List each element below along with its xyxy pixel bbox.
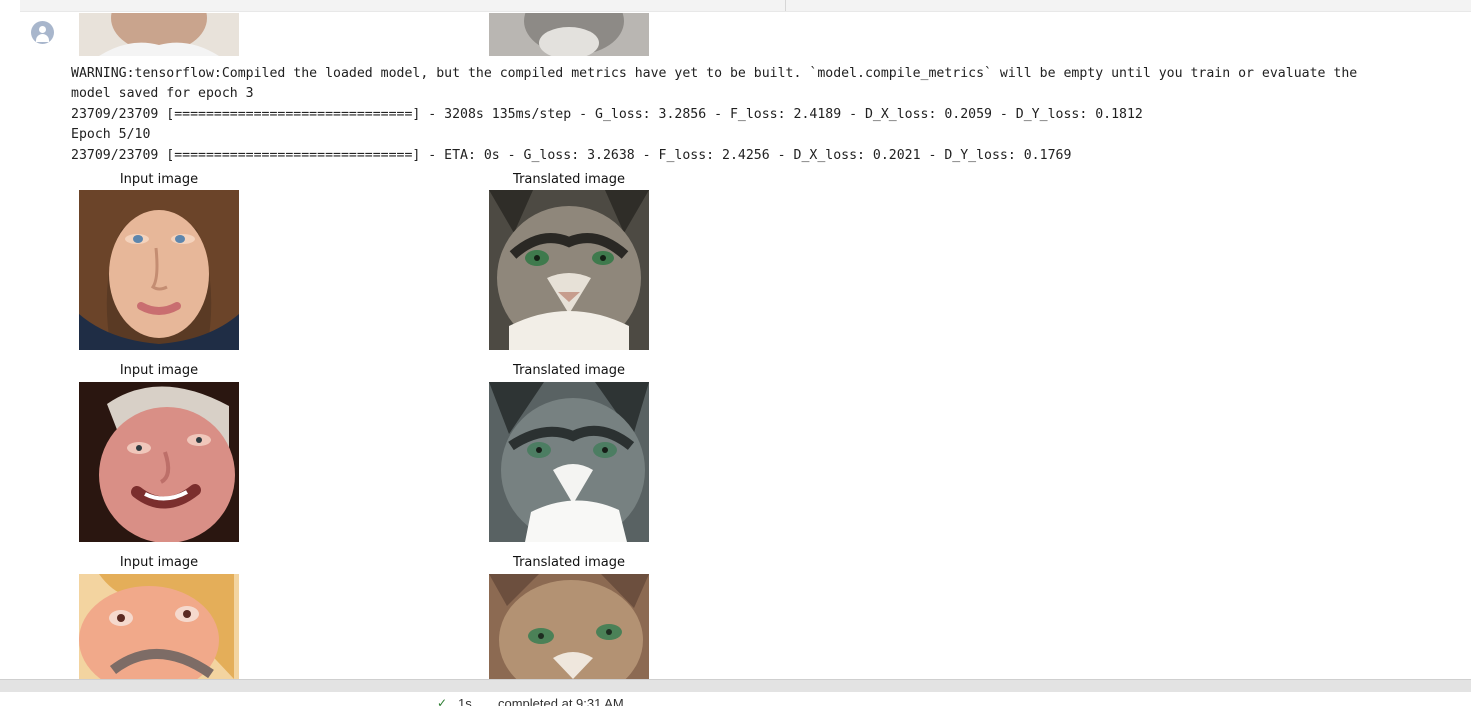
log-line-progress-epoch-5: 23709/23709 [===========================…	[71, 147, 1072, 163]
status-bar: ✓ 1s completed at 9:31 AM	[0, 692, 1471, 706]
input-face-image	[79, 190, 239, 350]
check-icon: ✓	[437, 696, 448, 706]
cell-toolbar	[20, 0, 1471, 12]
horizontal-scrollbar[interactable]	[0, 679, 1471, 693]
translated-image-label: Translated image	[513, 172, 625, 187]
log-line-model-saved: model saved for epoch 3	[71, 86, 254, 102]
translated-cat-image	[489, 574, 649, 679]
translated-image-label: Translated image	[513, 363, 625, 378]
log-line-epoch-header: Epoch 5/10	[71, 127, 151, 143]
input-image-label: Input image	[119, 555, 199, 570]
log-line-progress-epoch-4: 23709/23709 [===========================…	[71, 106, 1143, 122]
translated-cat-image	[489, 382, 649, 542]
log-line-warning: WARNING:tensorflow:Compiled the loaded m…	[71, 66, 1358, 81]
translated-cat-image	[489, 190, 649, 350]
cell-output-log: WARNING:tensorflow:Compiled the loaded m…	[71, 64, 1357, 166]
input-image-label: Input image	[119, 363, 199, 378]
toolbar-divider	[785, 0, 786, 11]
completion-status-text: completed at 9:31 AM	[498, 696, 624, 706]
input-face-image	[79, 382, 239, 542]
previous-input-image	[79, 13, 239, 56]
input-image-label: Input image	[119, 172, 199, 187]
execution-duration: 1s	[458, 696, 472, 706]
user-avatar-icon	[31, 21, 54, 44]
input-face-image	[79, 574, 239, 679]
translated-image-label: Translated image	[513, 555, 625, 570]
previous-translated-image	[489, 13, 649, 56]
